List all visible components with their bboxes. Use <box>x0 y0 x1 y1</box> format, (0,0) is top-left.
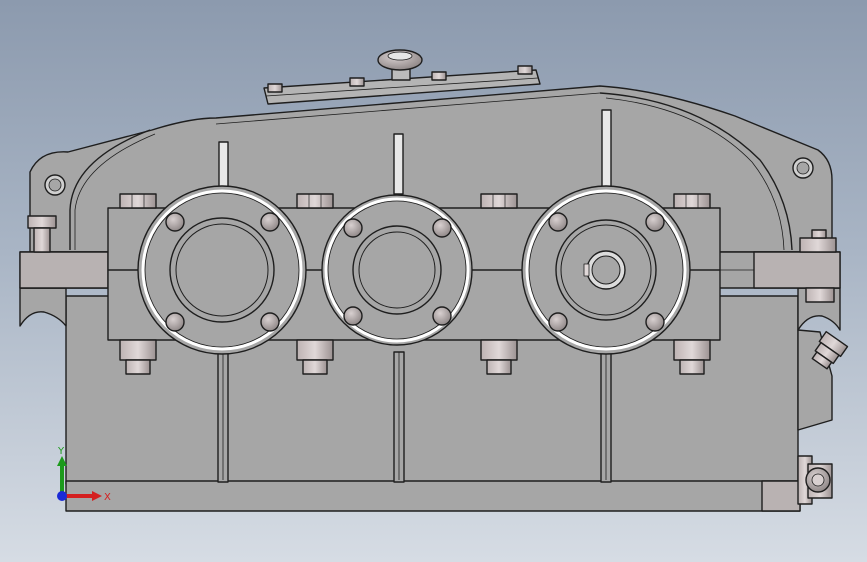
left-lower-lug <box>19 287 67 327</box>
rib-top-2 <box>393 133 404 195</box>
x-axis-head <box>92 491 102 501</box>
bearing-cap-middle <box>321 194 473 346</box>
z-axis-dot <box>57 491 67 501</box>
flange-bolt-left <box>27 215 57 229</box>
coordinate-triad: Y X <box>57 446 111 503</box>
base-plate <box>65 480 801 512</box>
breather-knob <box>377 49 423 81</box>
oil-gauge <box>797 329 849 431</box>
y-axis-head <box>57 456 67 466</box>
flange-bolt-right <box>799 237 837 253</box>
bearing-cap-right <box>521 185 691 355</box>
rib-top-1 <box>218 141 229 193</box>
drain-plug <box>797 455 833 505</box>
bearing-cap-left <box>137 185 307 355</box>
x-axis-label: X <box>104 492 111 503</box>
gearbox-model[interactable] <box>0 0 867 562</box>
y-axis-label: Y <box>57 446 65 457</box>
cad-viewport[interactable]: Y X <box>0 0 867 562</box>
rib-top-3 <box>601 109 612 189</box>
